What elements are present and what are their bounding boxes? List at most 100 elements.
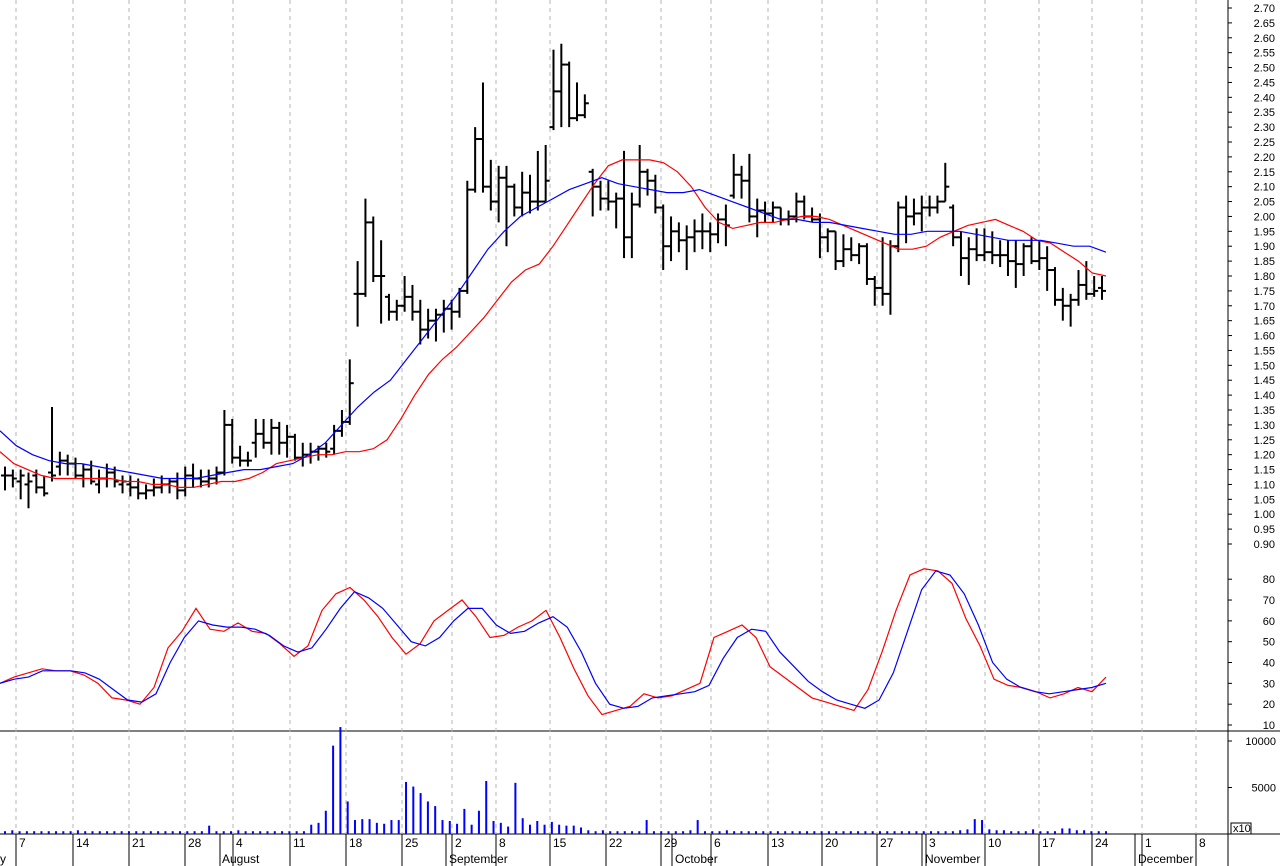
volume-bar bbox=[1068, 828, 1071, 834]
ohlc-bar bbox=[518, 171, 527, 217]
volume-bar bbox=[973, 819, 976, 834]
volume-bar bbox=[827, 831, 830, 834]
volume-bar bbox=[849, 831, 852, 834]
price-tick-label: 1.70 bbox=[1254, 301, 1275, 313]
volume-bar bbox=[981, 820, 984, 834]
volume-bar bbox=[456, 823, 459, 834]
ohlc-bar bbox=[243, 451, 252, 467]
ohlc-bar bbox=[377, 240, 386, 324]
volume-bar bbox=[368, 819, 371, 834]
volume-bar bbox=[543, 824, 546, 834]
volume-bar bbox=[310, 824, 313, 834]
oscillator-tick-label: 10 bbox=[1263, 720, 1275, 732]
volume-bar bbox=[798, 831, 801, 834]
volume-bar bbox=[937, 831, 940, 834]
date-tick-label: 29 bbox=[664, 836, 678, 850]
volume-bar bbox=[47, 831, 50, 834]
ohlc-bar bbox=[353, 261, 362, 327]
volume-bar bbox=[215, 831, 218, 834]
price-tick-label: 1.85 bbox=[1254, 256, 1275, 268]
volume-bar bbox=[711, 831, 714, 834]
volume-bar bbox=[91, 831, 94, 834]
ohlc-bar bbox=[949, 204, 958, 247]
ohlc-bar bbox=[1043, 246, 1052, 291]
volume-bar bbox=[62, 831, 65, 834]
ohlc-bar bbox=[651, 174, 660, 214]
volume-bar bbox=[208, 825, 211, 834]
date-tick-label: 27 bbox=[880, 836, 894, 850]
volume-bar bbox=[106, 831, 109, 834]
price-tick-label: 2.05 bbox=[1254, 197, 1275, 209]
volume-bar bbox=[696, 820, 699, 834]
oscillator-panel bbox=[0, 568, 1107, 716]
volume-bar bbox=[893, 831, 896, 834]
ohlc-bar bbox=[126, 475, 135, 497]
date-tick-label: 24 bbox=[1095, 836, 1109, 850]
volume-bar bbox=[1017, 831, 1020, 834]
volume-bar bbox=[769, 831, 772, 834]
ohlc-bar bbox=[118, 475, 127, 494]
date-tick-label: 4 bbox=[236, 836, 243, 850]
ohlc-bar bbox=[549, 49, 558, 131]
volume-bar bbox=[222, 831, 225, 834]
volume-bar bbox=[864, 831, 867, 834]
volume-bar bbox=[1046, 831, 1049, 834]
ohlc-bar bbox=[290, 433, 299, 461]
ohlc-bar bbox=[322, 442, 331, 458]
volume-bar bbox=[842, 831, 845, 834]
volume-bar bbox=[609, 831, 612, 834]
volume-bar bbox=[346, 801, 349, 834]
volume-bar bbox=[40, 831, 43, 834]
volume-bar bbox=[594, 831, 597, 834]
oscillator-tick-label: 60 bbox=[1263, 616, 1275, 628]
ohlc-bar bbox=[612, 192, 621, 229]
ohlc-bar bbox=[259, 418, 268, 449]
volume-bar bbox=[922, 831, 925, 834]
ohlc-bar bbox=[486, 159, 495, 211]
scale-factor-label: x10 bbox=[1233, 823, 1251, 835]
ohlc-bar bbox=[408, 284, 417, 321]
price-tick-label: 2.25 bbox=[1254, 137, 1275, 149]
volume-bar bbox=[244, 831, 247, 834]
volume-bar bbox=[397, 820, 400, 834]
ohlc-bar bbox=[706, 222, 715, 253]
volume-bar bbox=[405, 781, 408, 834]
volume-bar bbox=[200, 831, 203, 834]
price-tick-label: 1.90 bbox=[1254, 241, 1275, 253]
price-tick-label: 1.50 bbox=[1254, 360, 1275, 372]
volume-bar bbox=[1105, 831, 1107, 834]
ohlc-bar bbox=[298, 442, 307, 467]
ohlc-bar bbox=[1058, 287, 1067, 321]
volume-panel bbox=[4, 727, 1107, 834]
volume-bar bbox=[988, 829, 991, 834]
price-tick-label: 1.75 bbox=[1254, 286, 1275, 298]
ohlc-bar bbox=[369, 216, 378, 282]
ohlc-bar bbox=[1011, 240, 1020, 288]
price-tick-label: 1.30 bbox=[1254, 420, 1275, 432]
volume-tick-label: 10000 bbox=[1245, 736, 1276, 748]
volume-bar bbox=[1039, 831, 1042, 834]
volume-bar bbox=[1090, 831, 1093, 834]
price-tick-label: 2.50 bbox=[1254, 63, 1275, 75]
ohlc-bar bbox=[815, 213, 824, 259]
ohlc-bar bbox=[1003, 240, 1012, 276]
price-tick-label: 1.25 bbox=[1254, 435, 1275, 447]
volume-bar bbox=[740, 831, 743, 834]
volume-bar bbox=[886, 831, 889, 834]
volume-bar bbox=[164, 831, 167, 834]
ohlc-bar bbox=[189, 463, 198, 488]
ohlc-bar bbox=[839, 234, 848, 268]
volume-bar bbox=[1053, 831, 1056, 834]
volume-bar bbox=[237, 830, 240, 834]
month-label: December bbox=[1138, 852, 1193, 866]
volume-bar bbox=[660, 831, 663, 834]
volume-bar bbox=[375, 822, 378, 834]
ohlc-bar bbox=[831, 230, 840, 271]
volume-bar bbox=[703, 831, 706, 834]
volume-bar bbox=[426, 801, 429, 834]
price-tick-label: 1.40 bbox=[1254, 390, 1275, 402]
ohlc-bar bbox=[729, 153, 738, 199]
ohlc-bar bbox=[1, 466, 9, 491]
volume-bar bbox=[813, 831, 816, 834]
date-tick-label: 14 bbox=[76, 836, 90, 850]
